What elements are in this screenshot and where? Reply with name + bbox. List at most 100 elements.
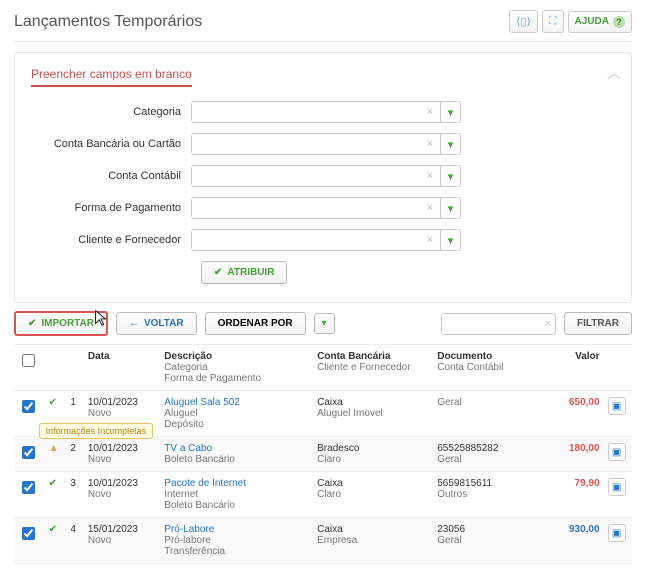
- status-warn-icon: ▲: [49, 443, 59, 454]
- label-conta-bancaria: Conta Bancária ou Cartão: [31, 138, 191, 150]
- row-cliente: Claro: [317, 454, 429, 465]
- label-categoria: Categoria: [31, 106, 191, 118]
- row-desc-link[interactable]: Pacote de Internet: [164, 478, 309, 489]
- row-doc: 65525885282: [437, 443, 538, 454]
- row-forma: Depósito: [164, 419, 309, 430]
- label-forma-pagamento: Forma de Pagamento: [31, 202, 191, 214]
- row-date: 10/01/2023: [88, 397, 156, 408]
- note-icon[interactable]: ▣: [608, 397, 626, 415]
- clear-icon[interactable]: ×: [421, 133, 439, 155]
- row-conta: Bradesco: [317, 443, 429, 454]
- row-categoria: Pró-labore: [164, 535, 309, 546]
- section-preencher-title: Preencher campos em branco: [31, 67, 192, 87]
- table-row: Informações Incompletas▲210/01/2023NovoT…: [14, 437, 632, 472]
- row-valor: 79,90: [575, 478, 600, 489]
- row-contabil: Geral: [437, 397, 538, 408]
- filtrar-button[interactable]: FILTRAR: [564, 312, 632, 335]
- importar-button[interactable]: ✔ IMPORTAR: [14, 311, 108, 336]
- row-desc-link[interactable]: Aluguel Sala 502: [164, 397, 309, 408]
- chevron-down-icon[interactable]: ▾: [440, 166, 460, 186]
- row-checkbox[interactable]: [22, 400, 35, 413]
- row-date-sub: Novo: [88, 408, 156, 419]
- ordenar-label: ORDENAR POR: [218, 318, 293, 329]
- clear-icon[interactable]: ×: [421, 101, 439, 123]
- voltar-button[interactable]: ← VOLTAR: [116, 312, 197, 335]
- row-index: 4: [66, 518, 83, 564]
- note-icon[interactable]: ▣: [608, 443, 626, 461]
- row-valor: 650,00: [569, 397, 600, 408]
- dropdown-conta-contabil[interactable]: × ▾: [191, 165, 461, 187]
- filtrar-label: FILTRAR: [577, 318, 619, 329]
- row-checkbox[interactable]: [22, 481, 35, 494]
- row-checkbox[interactable]: [22, 446, 35, 459]
- row-categoria: Aluguel: [164, 408, 309, 419]
- check-icon: ✔: [28, 318, 36, 329]
- col-categoria-sub: Categoria: [164, 362, 309, 373]
- ordenar-button[interactable]: ORDENAR POR: [205, 312, 306, 335]
- status-ok-icon: ✔: [49, 524, 57, 535]
- col-documento: Documento Conta Contábil: [433, 345, 542, 391]
- row-conta: Caixa: [317, 397, 429, 408]
- dropdown-categoria[interactable]: × ▾: [191, 101, 461, 123]
- col-doc-label: Documento: [437, 351, 492, 362]
- note-icon[interactable]: ▣: [608, 524, 626, 542]
- row-index: 2: [66, 437, 83, 472]
- help-icon: ?: [613, 16, 625, 28]
- chevron-down-icon[interactable]: ▾: [440, 230, 460, 250]
- row-cliente: Empresa: [317, 535, 429, 546]
- chevron-down-icon[interactable]: ▾: [440, 134, 460, 154]
- voltar-label: VOLTAR: [144, 318, 184, 329]
- ordenar-dropdown-toggle[interactable]: ▾: [314, 313, 335, 334]
- clear-icon[interactable]: ×: [421, 197, 439, 219]
- atribuir-button[interactable]: ✔ ATRIBUIR: [201, 261, 287, 284]
- table-row: ✔415/01/2023NovoPró-LaborePró-laboreTran…: [14, 518, 632, 564]
- dropdown-forma-pagamento[interactable]: × ▾: [191, 197, 461, 219]
- back-arrow-icon: ←: [129, 318, 139, 329]
- expand-fullscreen-icon[interactable]: ⛶: [542, 10, 564, 33]
- chevron-down-icon[interactable]: ▾: [440, 198, 460, 218]
- col-conta-bancaria: Conta Bancária Cliente e Fornecedor: [313, 345, 433, 391]
- row-conta: Caixa: [317, 524, 429, 535]
- row-date-sub: Novo: [88, 489, 156, 500]
- dropdown-cliente-fornecedor[interactable]: × ▾: [191, 229, 461, 251]
- label-cliente-fornecedor: Cliente e Fornecedor: [31, 234, 191, 246]
- row-desc-link[interactable]: Pró-Labore: [164, 524, 309, 535]
- row-forma: Boleto Bancário: [164, 454, 309, 465]
- row-doc: 23056: [437, 524, 538, 535]
- row-categoria: Internet: [164, 489, 309, 500]
- col-contabil-sub: Conta Contábil: [437, 362, 538, 373]
- row-date: 10/01/2023: [88, 443, 156, 454]
- clear-icon[interactable]: ×: [421, 229, 439, 251]
- row-cliente: Aluguel Imovel: [317, 408, 429, 419]
- label-conta-contabil: Conta Contábil: [31, 170, 191, 182]
- row-checkbox[interactable]: [22, 527, 35, 540]
- check-icon: ✔: [214, 267, 222, 278]
- note-icon[interactable]: ▣: [608, 478, 626, 496]
- col-forma-sub: Forma de Pagamento: [164, 373, 309, 384]
- clear-icon[interactable]: ×: [421, 165, 439, 187]
- tooltip-incomplete: Informações Incompletas: [39, 423, 154, 439]
- col-descricao-label: Descrição: [164, 351, 212, 362]
- expand-horizontal-icon[interactable]: ⟨▯⟩: [509, 10, 538, 33]
- row-doc: 5659815611: [437, 478, 538, 489]
- col-descricao: Descrição Categoria Forma de Pagamento: [160, 345, 313, 391]
- select-all-checkbox[interactable]: [22, 354, 35, 367]
- collapse-icon[interactable]: ︿: [607, 63, 621, 83]
- help-button[interactable]: AJUDA ?: [568, 11, 632, 33]
- clear-icon[interactable]: ×: [545, 318, 551, 330]
- row-cliente: Claro: [317, 489, 429, 500]
- status-ok-icon: ✔: [49, 397, 57, 408]
- row-desc-link[interactable]: TV a Cabo: [164, 443, 309, 454]
- chevron-down-icon[interactable]: ▾: [440, 102, 460, 122]
- search-input[interactable]: ×: [441, 313, 556, 335]
- importar-label: IMPORTAR: [41, 318, 94, 329]
- dropdown-conta-bancaria[interactable]: × ▾: [191, 133, 461, 155]
- atribuir-label: ATRIBUIR: [227, 267, 274, 278]
- col-conta-label: Conta Bancária: [317, 351, 390, 362]
- table-row: ✔310/01/2023NovoPacote de InternetIntern…: [14, 472, 632, 518]
- row-date: 15/01/2023: [88, 524, 156, 535]
- row-date: 10/01/2023: [88, 478, 156, 489]
- row-valor: 930,00: [569, 524, 600, 535]
- row-conta: Caixa: [317, 478, 429, 489]
- row-forma: Transferência: [164, 546, 309, 557]
